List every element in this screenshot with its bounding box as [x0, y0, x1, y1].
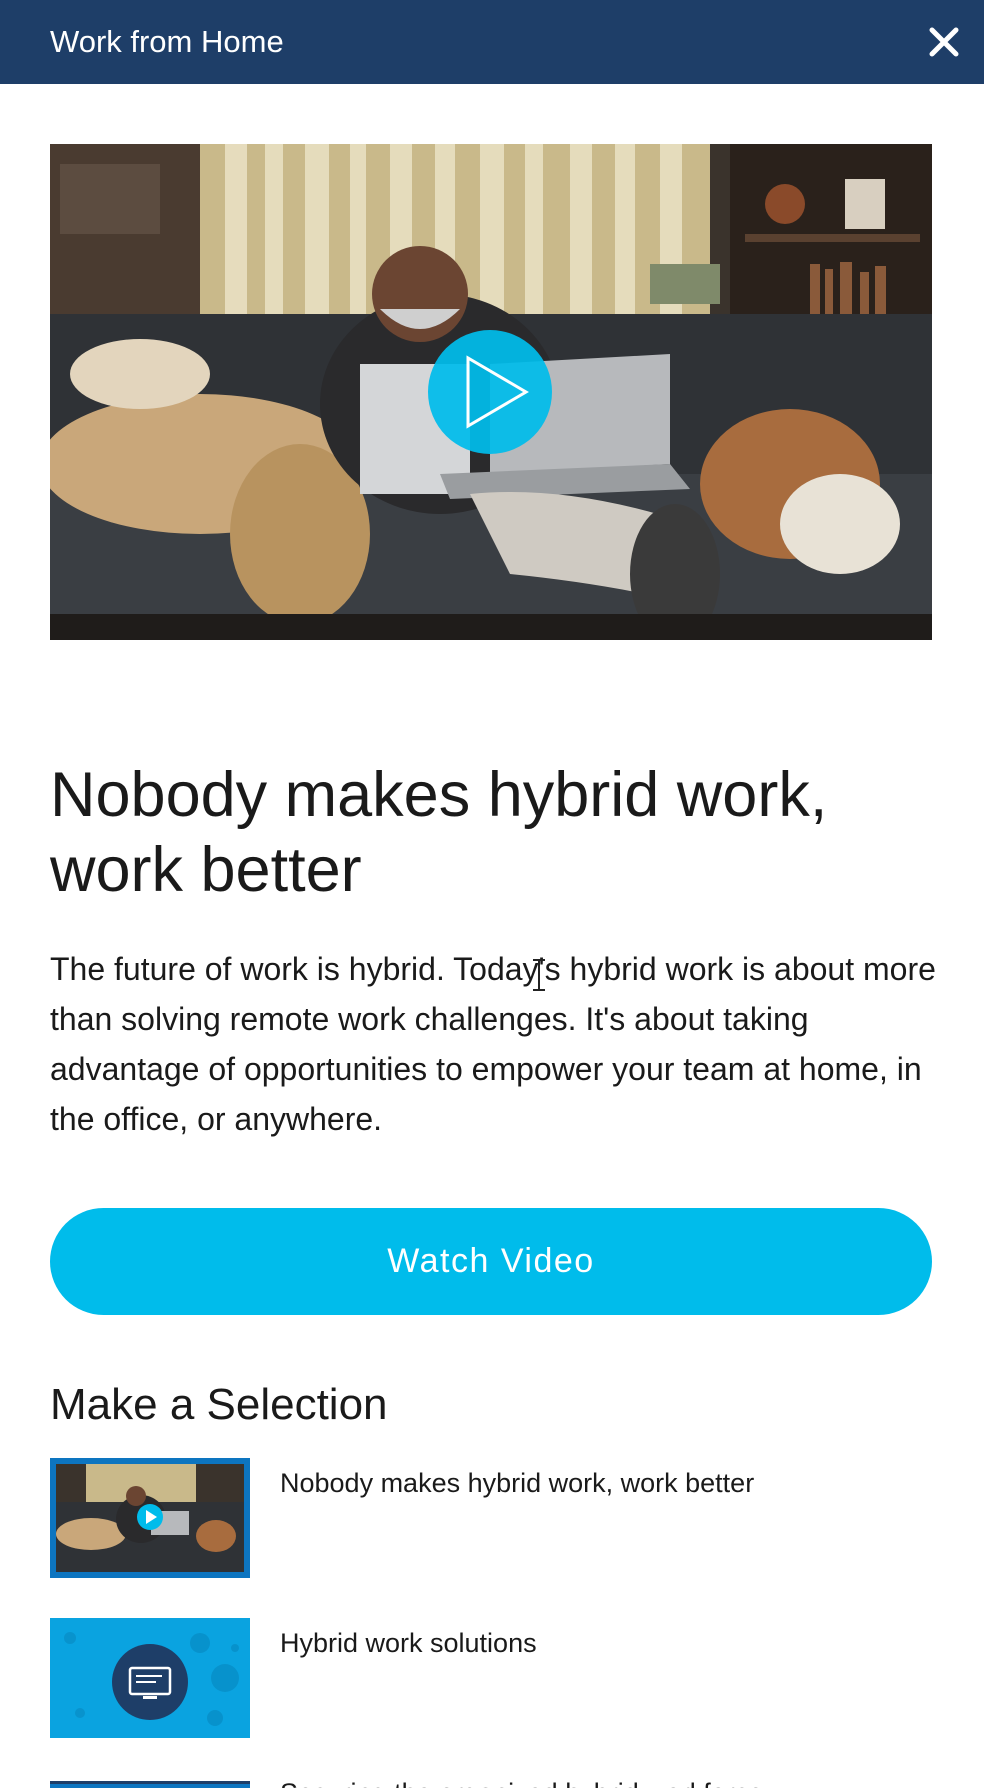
- selection-thumbnail: [50, 1618, 250, 1738]
- description-text: The future of work is hybrid. Today's hy…: [50, 951, 936, 1137]
- play-icon: [466, 355, 529, 429]
- top-bar: Work from Home: [0, 0, 984, 84]
- selection-item-hybrid-solutions[interactable]: Hybrid work solutions: [50, 1618, 932, 1738]
- selection-item-securing[interactable]: Securing the organized hybrid workforce: [50, 1778, 932, 1788]
- page-title: Nobody makes hybrid work, work better: [50, 760, 828, 905]
- hero-video-thumbnail[interactable]: [50, 144, 932, 640]
- selection-thumbnail: [50, 1458, 250, 1578]
- section-title: Make a Selection: [50, 1380, 388, 1429]
- selection-item-hybrid-work[interactable]: Nobody makes hybrid work, work better: [50, 1458, 932, 1578]
- selection-thumbnail: [50, 1778, 250, 1788]
- watch-video-button[interactable]: Watch Video: [50, 1208, 932, 1315]
- close-button[interactable]: [922, 20, 966, 64]
- play-button[interactable]: [428, 330, 552, 454]
- selection-item-label: Securing the organized hybrid workforce: [280, 1778, 763, 1788]
- selection-item-label: Nobody makes hybrid work, work better: [280, 1468, 755, 1498]
- selection-item-label: Hybrid work solutions: [280, 1628, 537, 1658]
- window-title: Work from Home: [50, 24, 284, 59]
- close-icon: [929, 27, 959, 57]
